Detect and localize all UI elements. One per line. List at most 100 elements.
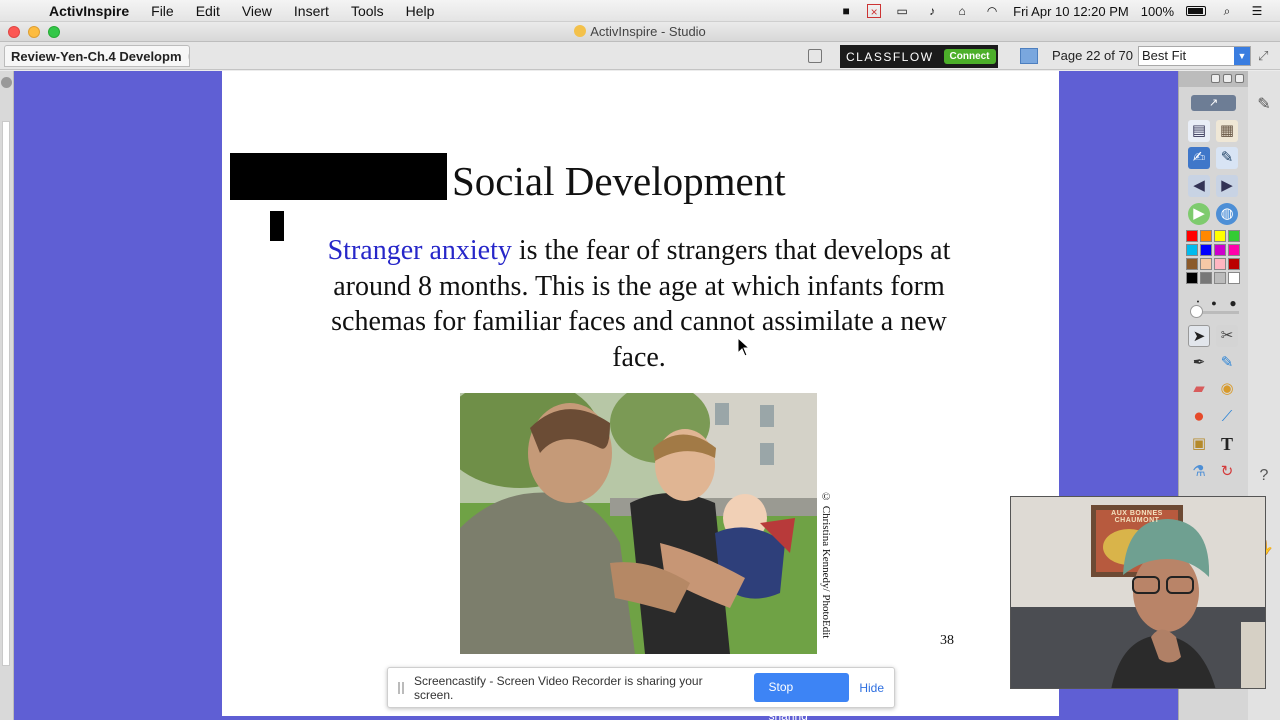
clock[interactable]: Fri Apr 10 12:20 PM	[1013, 4, 1129, 19]
wifi-icon[interactable]: ◠	[983, 4, 1001, 18]
chevron-down-icon[interactable]: ▼	[1234, 47, 1250, 65]
page-indicator: Page 22 of 70	[1052, 48, 1133, 63]
color-swatch[interactable]	[1214, 258, 1226, 270]
pen-icon[interactable]: ✒	[1188, 352, 1210, 374]
spotlight-search-icon[interactable]: ⌕	[1218, 4, 1236, 18]
color-swatch[interactable]	[1200, 258, 1212, 270]
color-swatch[interactable]	[1186, 244, 1198, 256]
mouse-cursor-icon	[737, 337, 751, 357]
main-menu-icon[interactable]: ↗	[1191, 95, 1236, 111]
slide-body-text: Stranger anxiety is the fear of stranger…	[312, 233, 966, 375]
screen-share-notification: Screencastify - Screen Video Recorder is…	[387, 667, 895, 720]
photo-credit: © Christina Kennedy/ PhotoEdit	[820, 491, 832, 639]
color-swatch[interactable]	[1214, 230, 1226, 242]
color-swatch[interactable]	[1200, 230, 1212, 242]
page-browser-icon[interactable]	[808, 49, 822, 63]
airplay-icon[interactable]: ▭	[893, 4, 911, 18]
menu-tools[interactable]: Tools	[340, 0, 395, 22]
redaction-block-small	[270, 211, 284, 241]
slide-term-highlight: Stranger anxiety	[327, 235, 512, 266]
clear-icon[interactable]: ⚗	[1188, 461, 1210, 483]
play-icon[interactable]: ▶	[1188, 203, 1210, 225]
text-tool-icon[interactable]: T	[1216, 433, 1238, 455]
battery-icon[interactable]	[1186, 6, 1206, 16]
help-icon[interactable]: ?	[1252, 464, 1276, 488]
slide-number: 38	[940, 633, 954, 648]
document-toolbar: Review-Yen-Ch.4 Developm × CLASSFLOW Con…	[0, 42, 1280, 70]
pen-width-slider-handle[interactable]	[1190, 305, 1203, 318]
pen-width-large-icon[interactable]: ●	[1227, 297, 1239, 309]
close-tab-icon[interactable]: ×	[187, 50, 189, 62]
stop-sharing-button[interactable]: Stop sharing	[754, 673, 850, 720]
color-swatch[interactable]	[1228, 230, 1240, 242]
fill-bucket-icon[interactable]: ◉	[1216, 378, 1238, 400]
pen-tray-icon[interactable]: ✎	[1252, 93, 1276, 117]
flipchart-page[interactable]: Social Development Stranger anxiety is t…	[222, 71, 1059, 716]
page-grid-icon[interactable]	[1020, 48, 1038, 64]
notification-center-icon[interactable]: ☰	[1248, 4, 1266, 18]
menu-help[interactable]: Help	[395, 0, 446, 22]
classflow-label: CLASSFLOW	[846, 49, 934, 64]
flipchart-browser-icon[interactable]: ▤	[1188, 120, 1210, 142]
resource-library-icon[interactable]: ▦	[1216, 120, 1238, 142]
window-title-text: ActivInspire - Studio	[590, 24, 706, 39]
menu-edit[interactable]: Edit	[185, 0, 231, 22]
handwriting-recognition-icon[interactable]: ✍	[1188, 147, 1210, 169]
toolbox-titlebar	[1179, 71, 1249, 87]
close-box-icon[interactable]: ×	[867, 4, 882, 19]
color-swatch[interactable]	[1228, 244, 1240, 256]
connector-icon[interactable]: ⟋	[1216, 406, 1238, 428]
color-swatch[interactable]	[1228, 258, 1240, 270]
menu-file[interactable]: File	[140, 0, 185, 22]
photo-men-with-baby	[460, 393, 817, 654]
menu-insert[interactable]: Insert	[283, 0, 340, 22]
drag-handle-icon[interactable]	[398, 681, 404, 694]
magic-wand-icon[interactable]: ✂	[1216, 325, 1238, 347]
color-swatch[interactable]	[1214, 272, 1226, 284]
browser-toggle-icon[interactable]	[1, 77, 12, 88]
window-title: ActivInspire - Studio	[0, 22, 1280, 42]
browser-panel-collapsed[interactable]	[2, 121, 10, 666]
menu-activinspire[interactable]: ActivInspire	[38, 0, 140, 22]
zoom-select[interactable]: Best Fit ▼	[1138, 46, 1251, 66]
slide-photo	[460, 393, 817, 654]
menu-view[interactable]: View	[231, 0, 283, 22]
redaction-block	[230, 153, 447, 200]
classflow-connect-button[interactable]: Connect	[943, 49, 996, 64]
reset-page-icon[interactable]: ↻	[1216, 461, 1238, 483]
fullscreen-icon[interactable]: ⤢	[1258, 48, 1274, 64]
eraser-icon[interactable]: ▰	[1188, 378, 1210, 400]
webcam-poster-text: AUX BONNES CHAUMONT	[1111, 510, 1163, 524]
next-page-icon[interactable]: ▶	[1216, 175, 1238, 197]
webcam-overlay[interactable]: AUX BONNES CHAUMONT	[1010, 496, 1266, 689]
internet-browser-icon[interactable]: ◍	[1216, 203, 1238, 225]
toolbox-menu-icon[interactable]	[1211, 74, 1220, 83]
color-swatch[interactable]	[1186, 272, 1198, 284]
color-swatch[interactable]	[1200, 272, 1212, 284]
home-icon[interactable]: ⌂	[953, 4, 971, 18]
left-browser-strip	[0, 71, 14, 720]
shape-icon[interactable]: ●	[1188, 406, 1210, 428]
camera-icon[interactable]: ▣	[1188, 433, 1210, 455]
pen-width-medium-icon[interactable]: ●	[1209, 298, 1219, 308]
select-pointer-icon[interactable]: ➤	[1188, 325, 1210, 347]
previous-page-icon[interactable]: ◀	[1188, 175, 1210, 197]
slide-title: Social Development	[452, 158, 786, 204]
color-swatch[interactable]	[1186, 230, 1198, 242]
toolbox-settings-icon[interactable]	[1235, 74, 1244, 83]
color-swatch[interactable]	[1200, 244, 1212, 256]
hide-notification-button[interactable]: Hide	[859, 681, 884, 695]
toolbox-pin-icon[interactable]	[1223, 74, 1232, 83]
volume-icon[interactable]: ♪	[923, 4, 941, 18]
flipchart-tab[interactable]: Review-Yen-Ch.4 Developm ×	[4, 45, 190, 67]
shape-recognition-icon[interactable]: ✎	[1216, 147, 1238, 169]
color-swatch[interactable]	[1214, 244, 1226, 256]
color-swatch[interactable]	[1186, 258, 1198, 270]
zoom-select-value: Best Fit	[1142, 48, 1187, 63]
color-swatch[interactable]	[1228, 272, 1240, 284]
menu-bar: ActivInspire File Edit View Insert Tools…	[0, 0, 1280, 22]
highlighter-icon[interactable]: ✎	[1216, 352, 1238, 374]
battery-percent: 100%	[1140, 3, 1174, 19]
status-area: ■ × ▭ ♪ ⌂ ◠ Fri Apr 10 12:20 PM 100% ⌕ ☰	[837, 0, 1280, 22]
video-camera-icon[interactable]: ■	[837, 4, 855, 18]
